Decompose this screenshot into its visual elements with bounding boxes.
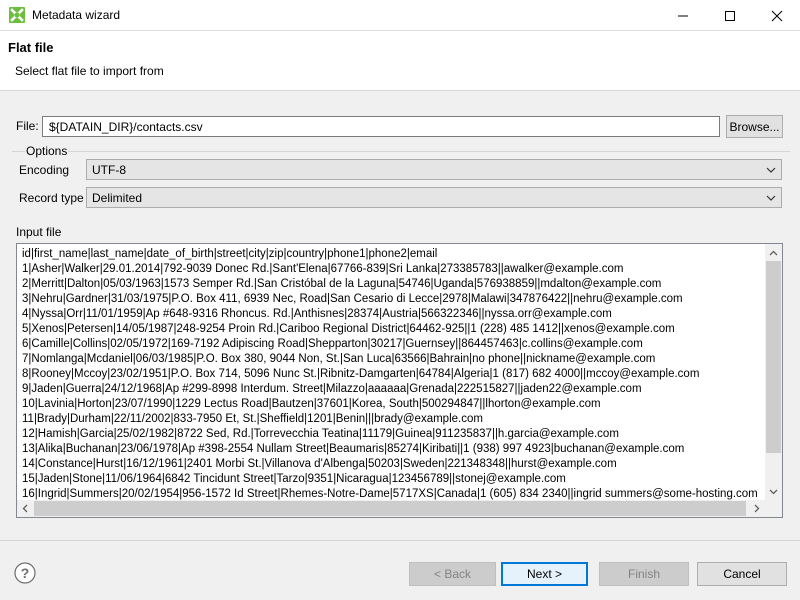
horizontal-scrollbar[interactable] — [17, 500, 766, 517]
file-line: id|first_name|last_name|date_of_birth|st… — [22, 248, 438, 260]
green-x-icon — [9, 7, 25, 23]
back-button[interactable]: < Back — [409, 562, 496, 586]
minimize-button[interactable] — [660, 0, 706, 31]
scroll-down-icon[interactable] — [769, 489, 778, 495]
record-type-value: Delimited — [92, 190, 143, 205]
page-title: Flat file — [8, 40, 54, 55]
input-file-label: Input file — [16, 225, 62, 239]
file-line: 13|Alika|Buchanan|23/06/1978|Ap #398-255… — [22, 443, 685, 455]
finish-button[interactable]: Finish — [599, 562, 689, 586]
record-type-select[interactable]: Delimited — [86, 187, 782, 208]
file-line: 15|Jaden|Stone|11/06/1964|6842 Tincidunt… — [22, 473, 566, 485]
file-line: 2|Merritt|Dalton|05/03/1963|1573 Semper … — [22, 278, 662, 290]
file-line: 9|Jaden|Guerra|24/12/1968|Ap #299-8998 I… — [22, 383, 642, 395]
close-button[interactable] — [754, 0, 800, 31]
title-bar: Metadata wizard — [0, 0, 800, 31]
browse-button[interactable]: Browse... — [726, 115, 783, 138]
file-line: 5|Xenos|Petersen|14/05/1987|248-9254 Pro… — [22, 323, 675, 335]
file-line: 7|Nomlanga|Mcdaniel|06/03/1985|P.O. Box … — [22, 353, 656, 365]
file-line: 1|Asher|Walker|29.01.2014|792-9039 Donec… — [22, 263, 624, 275]
scrollbar-corner — [765, 500, 782, 517]
vertical-scrollbar[interactable] — [765, 244, 782, 502]
encoding-label: Encoding — [19, 163, 70, 177]
bottom-separator — [0, 540, 800, 541]
minimize-icon — [678, 15, 688, 16]
file-path-input[interactable] — [42, 116, 720, 137]
record-type-label: Record type — [19, 191, 84, 205]
window-title: Metadata wizard — [32, 8, 121, 22]
file-line: 11|Brady|Durham|22/11/2002|833-7950 Et, … — [22, 413, 483, 425]
file-content: id|first_name|last_name|date_of_birth|st… — [22, 247, 765, 505]
next-button[interactable]: Next > — [501, 562, 588, 586]
help-icon[interactable]: ? — [14, 562, 36, 584]
cancel-button[interactable]: Cancel — [697, 562, 787, 586]
file-line: 12|Hamish|Garcia|25/02/1982|8722 Sed, Rd… — [22, 428, 619, 440]
file-label: File: — [16, 119, 39, 133]
maximize-icon — [725, 10, 735, 21]
file-line: 10|Lavinia|Horton|23/07/1990|1229 Lectus… — [22, 398, 601, 410]
file-line: 6|Camille|Collins|02/05/1972|169-7192 Ad… — [22, 338, 643, 350]
vertical-scroll-thumb[interactable] — [766, 261, 781, 453]
scroll-right-icon[interactable] — [754, 504, 760, 513]
encoding-value: UTF-8 — [92, 162, 126, 177]
options-group-label: Options — [25, 144, 69, 158]
wizard-header: Flat file Select flat file to import fro… — [0, 31, 800, 91]
scroll-left-icon[interactable] — [22, 504, 28, 513]
file-line: 8|Rooney|Mccoy|23/02/1951|P.O. Box 714, … — [22, 368, 700, 380]
file-line: 4|Nyssa|Orr|11/01/1959|Ap #648-9316 Rhon… — [22, 308, 612, 320]
maximize-button[interactable] — [707, 0, 753, 31]
chevron-down-icon — [766, 195, 776, 201]
file-line: 14|Constance|Hurst|16/12/1961|2401 Morbi… — [22, 458, 617, 470]
svg-text:?: ? — [21, 565, 30, 581]
scroll-up-icon[interactable] — [769, 250, 778, 256]
horizontal-scroll-thumb[interactable] — [34, 501, 746, 516]
chevron-down-icon — [766, 167, 776, 173]
input-file-preview[interactable]: id|first_name|last_name|date_of_birth|st… — [16, 243, 783, 518]
encoding-select[interactable]: UTF-8 — [86, 159, 782, 180]
page-description: Select flat file to import from — [15, 64, 164, 78]
close-icon — [771, 10, 783, 21]
file-line: 3|Nehru|Gardner|31/03/1975|P.O. Box 411,… — [22, 293, 683, 305]
